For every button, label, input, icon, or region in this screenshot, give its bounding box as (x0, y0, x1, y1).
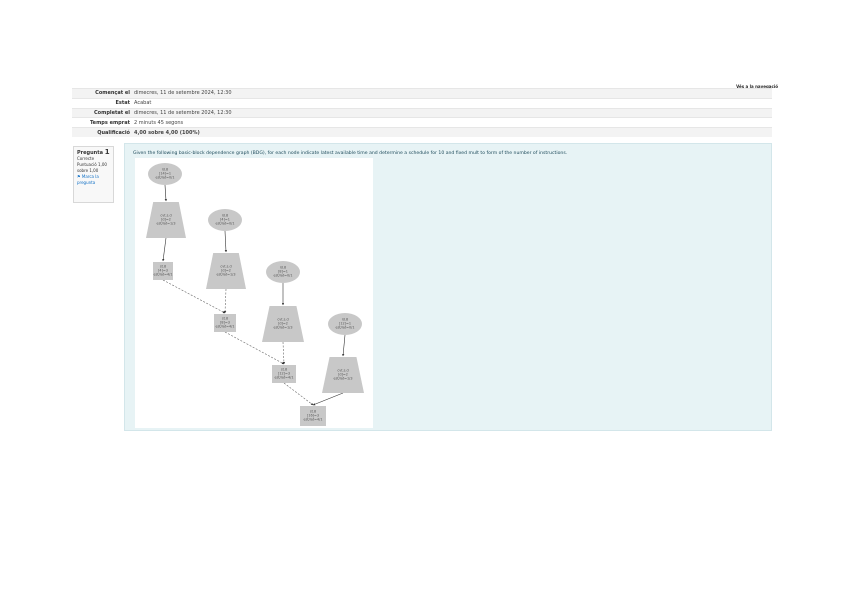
dag-nodes: ld.8[14]=1est/lat=0/1 cvt.s.d[d]=2est/lat… (146, 163, 364, 426)
dag-node-label: est/lat=4/1 (275, 375, 294, 379)
dag-node-n4: st.8[4]=3est/lat=4/1 (153, 262, 173, 280)
dag-node-n6: ld.8[8]=1est/lat=0/1 (266, 261, 300, 283)
summary-value: dimecres, 11 de setembre 2024, 12:30 (132, 107, 772, 118)
dag-node-n1: ld.8[14]=1est/lat=0/1 (148, 163, 182, 185)
question-number: Pregunta 1 (77, 148, 110, 157)
summary-row-completed: Completat el dimecres, 11 de setembre 20… (72, 107, 772, 118)
flag-icon: ⚑ (77, 174, 81, 179)
dag-node-n7: st.8[8]=3est/lat=4/1 (214, 314, 236, 332)
dag-node-label: est/lat=1/3 (334, 376, 353, 380)
dag-node-label: est/lat=0/1 (336, 325, 355, 329)
summary-label: Temps emprat (72, 117, 132, 128)
dag-node-n3: ld.8[4]=1est/lat=0/1 (208, 209, 242, 231)
question-mark: Puntuació 1,00 sobre 1,00 (77, 162, 107, 173)
summary-label: Estat (72, 97, 132, 109)
dag-node-n5: cvt.s.d[d]=2est/lat=1/3 (206, 253, 246, 289)
dag-node-n9: ld.8[12]=1est/lat=0/1 (328, 313, 362, 335)
dag-node-label: est/lat=0/1 (216, 221, 235, 225)
summary-row-state: Estat Acabat (72, 97, 772, 109)
summary-value: 2 minuts 45 segons (132, 117, 772, 128)
question-number-value: 1 (104, 148, 110, 156)
question-content: Given the following basic-block dependen… (124, 143, 772, 431)
dag-edge (312, 392, 344, 406)
dag-node-label: est/lat=4/1 (304, 417, 323, 421)
dag-edge (282, 341, 286, 365)
summary-label: Completat el (72, 107, 132, 118)
dag-edge (224, 230, 228, 253)
summary-value: 4,00 sobre 4,00 (100%) (132, 127, 772, 137)
dag-node-n8: cvt.s.d[d]=2est/lat=1/3 (262, 306, 304, 342)
dag-node-label: est/lat=1/3 (274, 325, 293, 329)
flag-question-label: Marca la pregunta (77, 174, 99, 185)
dag-edge (162, 237, 167, 262)
dag-node-label: est/lat=1/3 (157, 221, 176, 225)
dag-node-label: est/lat=0/1 (156, 175, 175, 179)
dag-node-n11: cvt.s.d[d]=2est/lat=1/3 (322, 357, 364, 393)
dag-edge (342, 334, 346, 357)
dag-edges (162, 184, 346, 406)
dag-diagram: ld.8[14]=1est/lat=0/1 cvt.s.d[d]=2est/lat… (146, 163, 364, 426)
summary-label: Qualificació (72, 127, 132, 137)
dag-node-label: est/lat=4/1 (154, 272, 173, 276)
summary-value: Acabat (132, 97, 772, 109)
dag-node-label: est/lat=0/1 (274, 273, 293, 277)
summary-row-time-taken: Temps emprat 2 minuts 45 segons (72, 117, 772, 128)
dag-node-label: est/lat=1/3 (217, 272, 236, 276)
flag-question-link[interactable]: ⚑ Marca la pregunta (77, 174, 110, 186)
dag-edge (283, 382, 314, 406)
question-info-panel: Pregunta 1 Correcte Puntuació 1,00 sobre… (73, 146, 114, 203)
attempt-summary-table: Començat el dimecres, 11 de setembre 202… (72, 88, 772, 137)
dag-edge (164, 184, 168, 202)
dag-image: ld.8 [14]=1 est/lat=0/1 cvt.s.d [d]=2 est/lat… (135, 158, 373, 428)
dag-node-n10: st.8[12]=3est/lat=4/1 (272, 365, 296, 383)
dag-node-label: est/lat=4/1 (216, 324, 235, 328)
question-text: Given the following basic-block dependen… (133, 151, 568, 156)
dag-edge (223, 288, 227, 314)
summary-row-grade: Qualificació 4,00 sobre 4,00 (100%) (72, 127, 772, 137)
dag-node-n2: cvt.s.d[d]=2est/lat=1/3 (146, 202, 186, 238)
summary-value: dimecres, 11 de setembre 2024, 12:30 (132, 88, 772, 99)
dag-node-n12: st.8[16]=3est/lat=4/1 (300, 406, 326, 426)
summary-row-started: Començat el dimecres, 11 de setembre 202… (72, 88, 772, 99)
summary-label: Començat el (72, 88, 132, 99)
